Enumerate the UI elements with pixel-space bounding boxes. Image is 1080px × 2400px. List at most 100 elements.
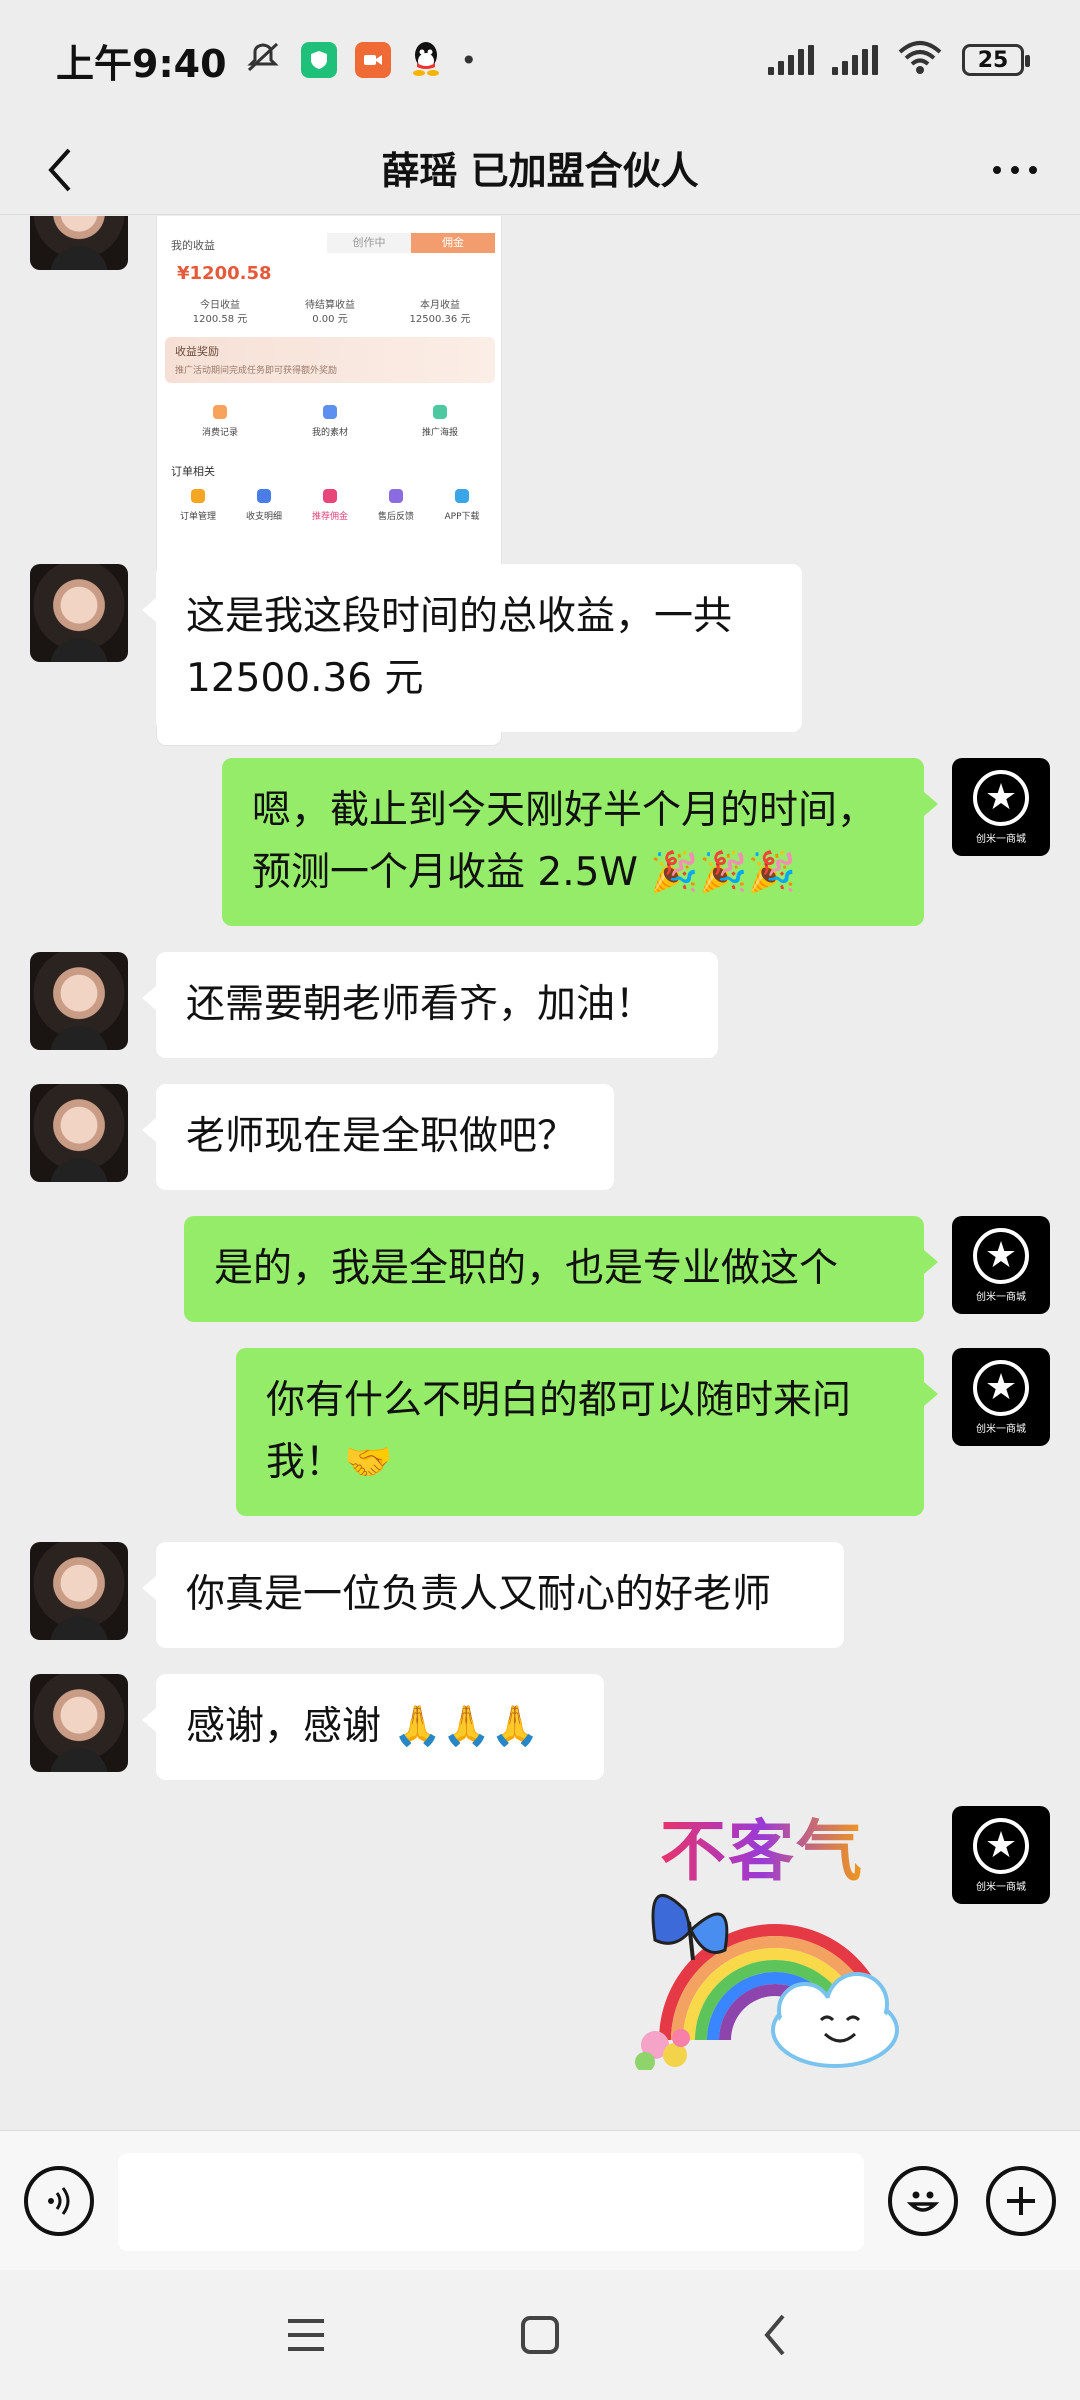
message-text: 还需要朝老师看齐，加油！ (186, 982, 655, 1027)
contact-avatar[interactable] (30, 1084, 128, 1182)
signal-icon-2 (832, 45, 878, 75)
battery-icon: 25 (962, 44, 1030, 76)
shot-grid-label: 推广海报 (421, 428, 458, 438)
shot-income-label: 我的收益 (171, 239, 215, 252)
more-dot (1011, 166, 1019, 174)
star-icon: ★ (973, 769, 1029, 826)
shot-grid-label: 消费记录 (201, 428, 238, 438)
my-avatar[interactable]: ★ 创米一商城 (952, 1348, 1050, 1446)
shot-grid-item: 推荐佣金 (297, 477, 363, 537)
download-icon (455, 489, 469, 503)
chevron-left-icon (48, 148, 71, 192)
shot-stat: 今日收益 1200.58 元 (165, 299, 275, 327)
message-bubble-left[interactable]: 这是我这段时间的总收益，一共 12500.36 元 (142, 564, 802, 732)
message-text: 嗯，截止到今天刚好半个月的时间， (252, 788, 877, 833)
status-notification-icons: • (243, 38, 478, 82)
shot-tab: 创作中 (327, 233, 411, 253)
shield-app-icon (300, 42, 337, 78)
shot-banner: 收益奖励 推广活动期间完成任务即可获得额外奖励 (165, 337, 495, 383)
back-button[interactable] (30, 140, 90, 200)
chat-title: 薛瑶 已加盟合伙人 (381, 148, 699, 193)
nav-back-button[interactable] (734, 2300, 814, 2370)
ledger-icon (257, 489, 271, 503)
voice-button[interactable] (24, 2166, 94, 2236)
my-avatar[interactable]: ★ 创米一商城 (952, 1806, 1050, 1904)
shot-banner-sub: 推广活动期间完成任务即可获得额外奖励 (175, 366, 338, 376)
voice-icon (48, 2187, 70, 2215)
shot-tab-row: 创作中 佣金 (327, 233, 495, 253)
rainbow-butterfly-icon (635, 1894, 899, 2070)
message-bubble-left[interactable]: 老师现在是全职做吧？ (142, 1084, 614, 1190)
sticker-message[interactable]: 不客气 (625, 1798, 925, 2078)
message-bubble-left[interactable]: 你真是一位负责人又耐心的好老师 (142, 1542, 844, 1648)
poster-icon (433, 405, 447, 419)
shot-stat: 待结算收益 0.00 元 (275, 299, 385, 327)
signal-icon (768, 45, 814, 75)
more-options-button[interactable] (980, 140, 1050, 200)
message-input[interactable] (118, 2153, 864, 2251)
chat-messages[interactable]: 创作中 佣金 我的收益 ¥1200.58 今日收益 1200.58 元 待结算收益… (0, 216, 1080, 2130)
shot-stats: 今日收益 1200.58 元 待结算收益 0.00 元 本月收益 12500.36 元 (165, 299, 495, 327)
message-bubble-left[interactable]: 感谢，感谢 🙏🙏🙏 (142, 1674, 604, 1780)
more-dot (1029, 166, 1037, 174)
nav-back-icon (764, 2314, 785, 2356)
battery-level: 25 (977, 47, 1009, 73)
avatar-caption: 创米一商城 (976, 1881, 1026, 1893)
contact-avatar[interactable] (30, 216, 128, 270)
star-icon: ★ (973, 1359, 1029, 1416)
shot-grid-item: 订单管理 (165, 477, 231, 537)
contact-avatar[interactable] (30, 564, 128, 662)
shot-grid-item: 收支明细 (231, 477, 297, 537)
nav-home-button[interactable] (500, 2300, 580, 2370)
video-app-icon (354, 42, 391, 78)
message-text: 我！🤝 (266, 1440, 393, 1485)
message-text: 你有什么不明白的都可以随时来问 (266, 1378, 852, 1423)
shot-stat-value: 1200.58 元 (192, 314, 248, 325)
wifi-icon (896, 40, 944, 80)
shot-grid3: 消费记录 我的素材 推广海报 (165, 393, 495, 453)
shot-stat-value: 12500.36 元 (409, 314, 471, 325)
avatar-caption: 创米一商城 (976, 1291, 1026, 1303)
more-dot (993, 166, 1001, 174)
message-text: 是的，我是全职的，也是专业做这个 (214, 1246, 839, 1291)
shot-grid-label: 售后反馈 (377, 512, 414, 522)
shot-grid-label: 推荐佣金 (311, 512, 348, 522)
contact-avatar[interactable] (30, 952, 128, 1050)
shot-stat-label: 本月收益 (420, 300, 460, 311)
message-bubble-right[interactable]: 嗯，截止到今天刚好半个月的时间， 预测一个月收益 2.5W 🎉🎉🎉 (222, 758, 938, 926)
my-avatar[interactable]: ★ 创米一商城 (952, 1216, 1050, 1314)
shot-grid5: 订单管理 收支明细 推荐佣金 售后反馈 APP下载 (165, 477, 495, 537)
qq-icon (409, 39, 443, 81)
plus-icon (1007, 2187, 1035, 2215)
shot-stat-label: 待结算收益 (305, 300, 355, 311)
star-icon: ★ (973, 1817, 1029, 1874)
menu-icon (288, 2319, 324, 2351)
message-bubble-right[interactable]: 你有什么不明白的都可以随时来问 我！🤝 (236, 1348, 938, 1516)
emoji-button[interactable] (888, 2166, 958, 2236)
shot-grid-item: 售后反馈 (363, 477, 429, 537)
shot-grid-item: 推广海报 (385, 393, 495, 453)
message-text: 老师现在是全职做吧？ (186, 1114, 577, 1159)
message-bubble-right[interactable]: 是的，我是全职的，也是专业做这个 (184, 1216, 938, 1322)
message-text: 这是我这段时间的总收益，一共 (186, 594, 733, 639)
contact-avatar[interactable] (30, 1542, 128, 1640)
shot-grid-label: APP下载 (444, 512, 480, 522)
message-bubble-left[interactable]: 还需要朝老师看齐，加油！ (142, 952, 718, 1058)
avatar-caption: 创米一商城 (976, 1423, 1026, 1435)
avatar-caption: 创米一商城 (976, 833, 1026, 845)
my-avatar[interactable]: ★ 创米一商城 (952, 758, 1050, 856)
chat-header: 薛瑶 已加盟合伙人 (0, 120, 1080, 215)
contact-avatar[interactable] (30, 1674, 128, 1772)
shot-stat: 本月收益 12500.36 元 (385, 299, 495, 327)
shot-grid-label: 我的素材 (311, 428, 348, 438)
shot-tab-active: 佣金 (411, 233, 495, 253)
input-bar (0, 2130, 1080, 2270)
order-icon (191, 489, 205, 503)
status-right-icons: 25 (768, 40, 1030, 80)
add-button[interactable] (986, 2166, 1056, 2236)
message-text: 12500.36 元 (186, 656, 424, 701)
material-icon (323, 405, 337, 419)
nav-menu-button[interactable] (266, 2300, 346, 2370)
mute-icon (243, 38, 283, 82)
dot-icon: • (460, 43, 478, 77)
